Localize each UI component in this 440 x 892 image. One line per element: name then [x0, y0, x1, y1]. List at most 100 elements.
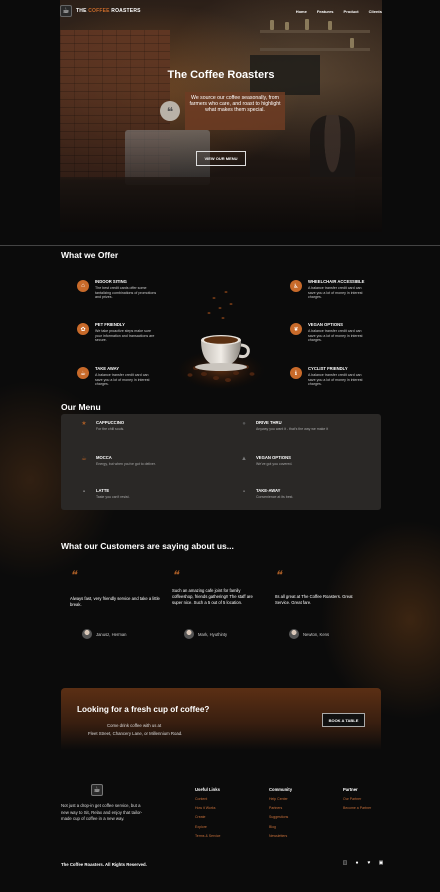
nav-link-home[interactable]: Home: [296, 9, 307, 14]
offer-item-title: TAKE AWAY: [95, 366, 120, 371]
footer-col-community: Community Help Center Partners Suggestio…: [269, 787, 292, 843]
footer-link[interactable]: Blog: [269, 825, 292, 829]
menu-item-desc: Energy, but when you've got to deliver.: [96, 462, 156, 466]
menu-item-desc: We've got you covered.: [256, 462, 293, 466]
takeaway-icon: ☕: [77, 367, 89, 379]
cta-line-2: Fleet Street, Chancery Lane, or Millenni…: [88, 731, 183, 736]
instagram-icon[interactable]: ◫: [342, 860, 348, 866]
offer-item-title: PET FRIENDLY: [95, 322, 125, 327]
shelf-bottle: [305, 19, 309, 30]
brand-accent: COFFEE: [88, 8, 110, 14]
menu-item[interactable]: ▪ LATTE Taste you can't resist.: [80, 488, 130, 499]
shelf: [260, 30, 370, 33]
mocca-icon: ☕: [81, 456, 87, 462]
top-nav: ☕ THE COFFEE ROASTERS Home Features Prod…: [60, 4, 382, 18]
footer-col-partner: Partner Our Partner Become a Partner: [343, 787, 371, 815]
offer-item-desc: A balance transfer credit card can save …: [308, 329, 363, 343]
shelf-bottle: [350, 38, 354, 48]
footer-description: Not just a drop-in get coffee service, b…: [61, 803, 143, 821]
testimonials-title: What our Customers are saying about us..…: [61, 541, 234, 551]
linkedin-icon[interactable]: ▣: [378, 860, 384, 866]
quote-icon: ❝: [160, 101, 180, 121]
offer-item-desc: A balance transfer credit card can save …: [308, 373, 363, 387]
bicycle-icon: ℹ: [290, 367, 302, 379]
chair-icon: ⌂: [77, 280, 89, 292]
testimonial-card: ❝ Its all great at The Coffee Roasters. …: [275, 568, 365, 606]
paw-icon: ✿: [77, 323, 89, 335]
hero-quote: We source our coffee seasonally, from fa…: [185, 92, 285, 130]
nav-link-features[interactable]: Features: [317, 9, 334, 14]
testimonial-author: Janusz, Herman: [82, 629, 127, 639]
testimonial-author: Newton, Kens: [289, 629, 329, 639]
shelf-bottle: [328, 21, 332, 30]
brand-prefix: THE: [76, 8, 87, 14]
menu-item-desc: For the chill souls.: [96, 427, 125, 431]
testimonial-text: Its all great at The Coffee Roasters. Gr…: [275, 594, 353, 605]
footer-link[interactable]: Become a Partner: [343, 806, 371, 810]
offer-title: What we Offer: [61, 250, 119, 260]
menu-item[interactable]: ☕ MOCCA Energy, but when you've got to d…: [80, 455, 156, 466]
view-menu-button[interactable]: VIEW OUR MENU: [196, 151, 246, 166]
offer-item-title: CYCLIST FRIENDLY: [308, 366, 348, 371]
footer-col-title: Community: [269, 787, 293, 792]
nav-link-product[interactable]: Product: [344, 9, 359, 14]
brand-suffix: ROASTERS: [111, 8, 141, 14]
twitter-icon[interactable]: ♥: [366, 860, 372, 866]
take-away-icon: ▪: [242, 489, 246, 495]
footer-col-title: Useful Links: [195, 787, 220, 792]
menu-item[interactable]: ★ CAPPUCCINO For the chill souls.: [80, 420, 124, 431]
shelf-bottle: [270, 20, 274, 30]
social-links: ◫ ● ♥ ▣: [342, 860, 384, 866]
cta-title: Looking for a fresh cup of coffee?: [77, 705, 210, 714]
shelf: [260, 48, 370, 51]
offer-item-desc: We take proactive steps make sure your i…: [95, 329, 155, 343]
menu-item-desc: Convenience at its best.: [256, 495, 294, 499]
footer-link[interactable]: Terms & Service: [195, 834, 220, 838]
footer-link[interactable]: How it Works: [195, 806, 220, 810]
facebook-icon[interactable]: ●: [354, 860, 360, 866]
author-name: Newton, Kens: [303, 631, 330, 637]
testimonial-card: ❝ Always fast, very friendly service and…: [70, 568, 160, 608]
vegan-icon: ▲: [241, 456, 247, 462]
offer-item-desc: The best credit cards offer some tantali…: [95, 286, 157, 300]
footer-link[interactable]: Our Partner: [343, 797, 371, 801]
author-name: Janusz, Herman: [96, 631, 127, 637]
book-table-button[interactable]: BOOK A TABLE: [322, 713, 365, 727]
quote-icon: ❝: [275, 568, 282, 582]
offer-item-title: INDOOR SITING: [95, 279, 127, 284]
shelf-bottle: [285, 22, 289, 30]
author-name: Mark, Hyuthinty: [198, 631, 228, 637]
footer-col-useful-links: Useful Links Content How it Works Create…: [195, 787, 220, 843]
footer-col-title: Partner: [343, 787, 358, 792]
footer-link[interactable]: Explore: [195, 825, 220, 829]
footer-link[interactable]: Partners: [269, 806, 292, 810]
leaf-icon: ❦: [290, 323, 302, 335]
brand-name: THE COFFEE ROASTERS: [76, 8, 141, 14]
menu-item[interactable]: ▪ TAKE-AWAY Convenience at its best.: [240, 488, 293, 499]
footer-link[interactable]: Create: [195, 815, 220, 819]
footer-logo-icon[interactable]: ☕: [91, 784, 103, 796]
menu-item[interactable]: ● DRIVE THRU Anyway you want it - that's…: [240, 420, 328, 431]
coffee-logo-icon: ☕: [60, 5, 72, 17]
avatar: [289, 629, 299, 639]
footer-link[interactable]: Suggestions: [269, 815, 292, 819]
cappuccino-icon: ★: [81, 421, 87, 427]
menu-item-name: VEGAN OPTIONS: [256, 455, 291, 460]
avatar: [184, 629, 194, 639]
offer-item-desc: A balance transfer credit card can save …: [308, 286, 363, 300]
hero-section: The Coffee Roasters ❝ We source our coff…: [60, 0, 382, 232]
testimonial-text: Such an amazing cafe joint for family co…: [172, 588, 253, 605]
quote-icon: ❝: [172, 568, 179, 582]
menu-item-desc: Anyway you want it - that's the way we m…: [256, 427, 329, 431]
footer-link[interactable]: Newsletters: [269, 834, 292, 838]
offer-item-title: VEGAN OPTIONS: [308, 322, 343, 327]
brand[interactable]: ☕ THE COFFEE ROASTERS: [60, 5, 141, 17]
menu-item[interactable]: ▲ VEGAN OPTIONS We've got you covered.: [240, 455, 292, 466]
footer-link[interactable]: Content: [195, 797, 220, 801]
drive-thru-icon: ●: [242, 421, 246, 427]
menu-title: Our Menu: [61, 402, 101, 412]
footer-link[interactable]: Help Center: [269, 797, 292, 801]
quote-icon: ❝: [70, 568, 77, 582]
nav-link-clients[interactable]: Clients: [369, 9, 382, 14]
copyright: The Coffee Roasters. All Rights Reserved…: [61, 862, 147, 867]
